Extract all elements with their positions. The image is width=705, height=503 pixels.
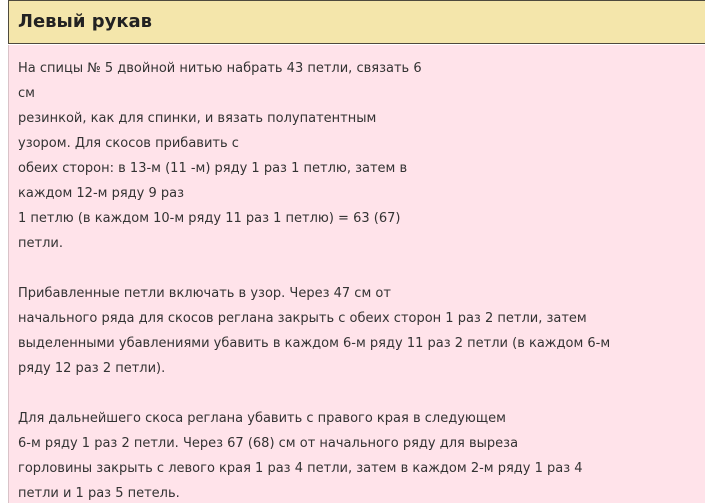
section-title: Левый рукав: [18, 11, 153, 32]
text-line: начального ряда для скосов реглана закры…: [18, 311, 587, 326]
text-line: обеих сторон: в 13-м (11 -м) ряду 1 раз …: [18, 161, 408, 176]
text-line: Прибавленные петли включать в узор. Чере…: [18, 286, 391, 301]
text-line: петли и 1 раз 5 петель.: [18, 486, 180, 501]
text-line: На спицы № 5 двойной нитью набрать 43 пе…: [18, 61, 422, 76]
text-line: каждом 12-м ряду 9 раз: [18, 186, 185, 201]
text-line: Для дальнейшего скоса реглана убавить с …: [18, 411, 506, 426]
instructions-text: На спицы № 5 двойной нитью набрать 43 пе…: [18, 56, 698, 503]
text-line: резинкой, как для спинки, и вязать полуп…: [18, 111, 377, 126]
instructions-panel: На спицы № 5 двойной нитью набрать 43 пе…: [8, 45, 705, 503]
text-line: ряду 12 раз 2 петли).: [18, 361, 166, 376]
text-line: см: [18, 86, 35, 101]
paragraph-3: Для дальнейшего скоса реглана убавить с …: [18, 406, 698, 503]
text-line: петли.: [18, 236, 63, 251]
text-line: узором. Для скосов прибавить с: [18, 136, 239, 151]
text-line: 1 петлю (в каждом 10-м ряду 11 раз 1 пет…: [18, 211, 401, 226]
paragraph-1: На спицы № 5 двойной нитью набрать 43 пе…: [18, 56, 698, 256]
text-line: 6-м ряду 1 раз 2 петли. Через 67 (68) см…: [18, 436, 519, 451]
section-header: Левый рукав: [8, 0, 705, 44]
text-line: горловины закрыть с левого края 1 раз 4 …: [18, 461, 583, 476]
text-line: выделенными убавлениями убавить в каждом…: [18, 336, 611, 351]
paragraph-2: Прибавленные петли включать в узор. Чере…: [18, 281, 698, 381]
